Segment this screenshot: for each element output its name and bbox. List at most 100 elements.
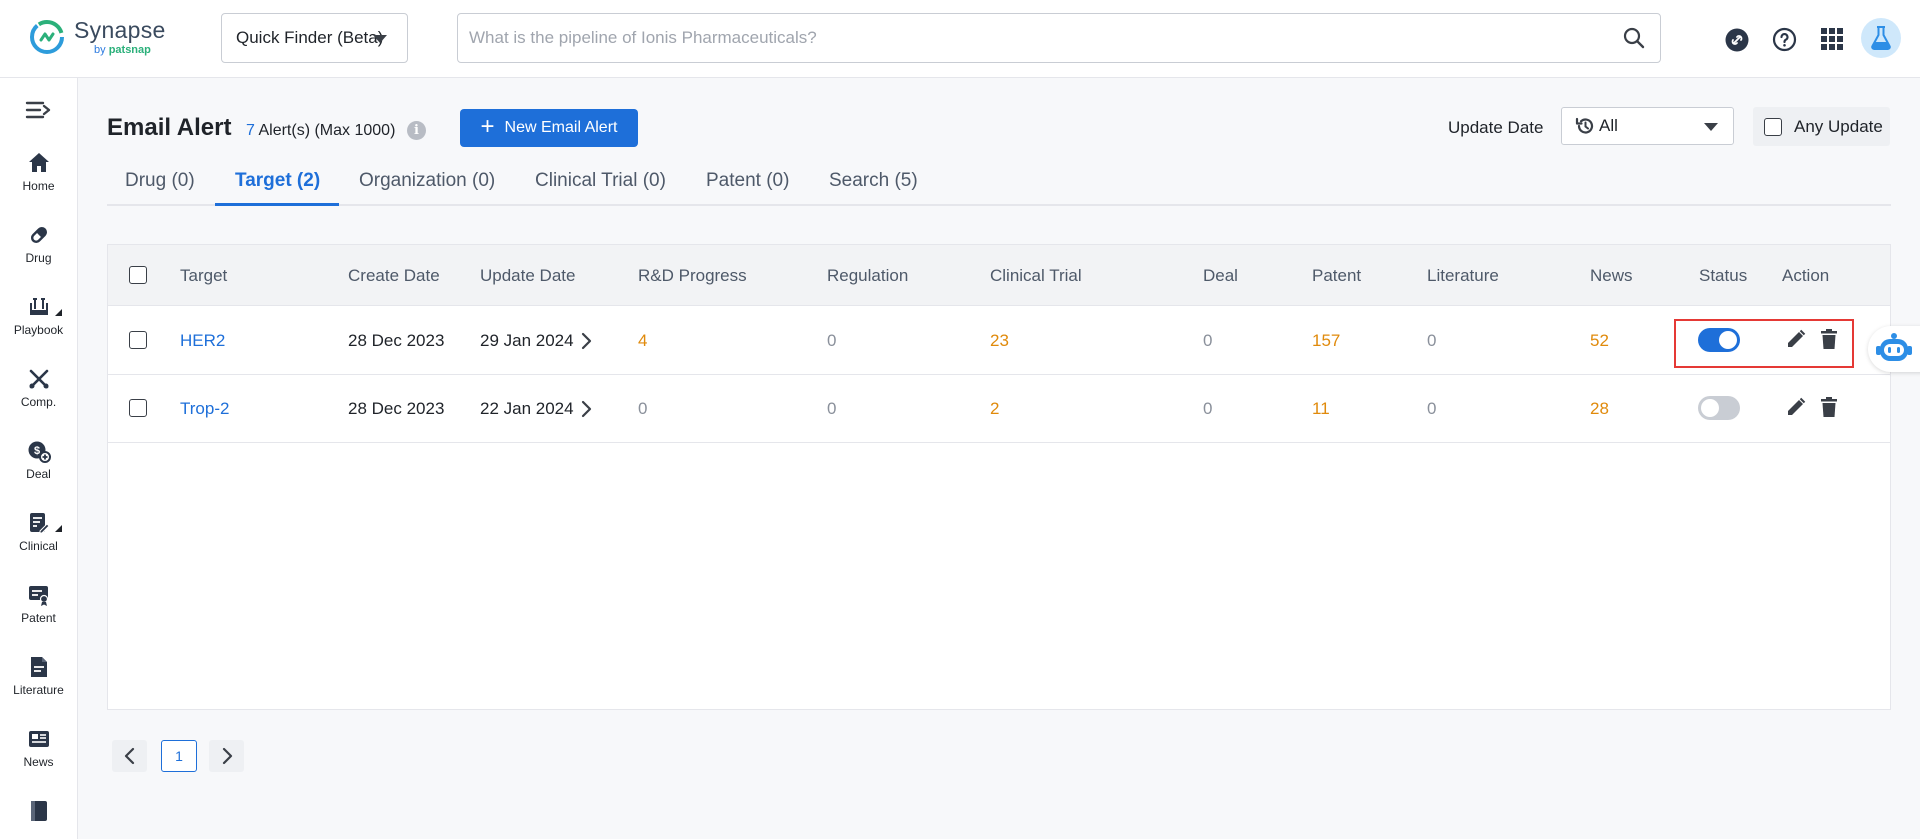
page-number-button[interactable]: 1 [161,740,197,772]
tab-search[interactable]: Search (5) [829,170,918,192]
playbook-icon [27,295,51,319]
news-count[interactable]: 52 [1590,331,1609,351]
sidebar-item-competition[interactable]: Comp. [0,367,77,409]
column-header-status: Status [1699,266,1747,286]
news-icon [27,727,51,751]
create-date: 28 Dec 2023 [348,399,444,419]
info-icon[interactable]: i [407,121,426,140]
tab-target[interactable]: Target (2) [235,170,320,192]
chevron-right-icon[interactable] [580,400,592,418]
column-header-create-date: Create Date [348,266,440,286]
deal-icon: $ [27,439,51,463]
active-tab-indicator [215,203,339,206]
new-email-alert-button[interactable]: + New Email Alert [460,109,638,147]
chevron-right-icon [221,747,233,765]
app-name: Synapse [74,19,166,42]
table-header: Target Create Date Update Date R&D Progr… [108,245,1890,306]
news-count[interactable]: 28 [1590,399,1609,419]
rd-progress-count[interactable]: 4 [638,331,647,351]
search-icon[interactable] [1622,26,1646,50]
patent-count[interactable]: 11 [1312,399,1330,419]
target-link[interactable]: Trop-2 [180,399,229,419]
page-title: Email Alert [107,114,232,142]
column-header-literature: Literature [1427,266,1499,286]
quick-finder-dropdown[interactable]: Quick Finder (Beta) [221,13,408,63]
target-link[interactable]: HER2 [180,331,225,351]
sidebar: Home Drug Playbook Comp. $ Deal Clinical… [0,78,78,839]
sidebar-item-clinical[interactable]: Clinical [0,511,77,553]
sidebar-item-literature[interactable]: Literature [0,655,77,697]
any-update-checkbox[interactable] [1764,118,1782,136]
table-row: HER2 28 Dec 2023 29 Jan 2024 4 0 23 0 15… [108,307,1890,375]
help-icon[interactable] [1772,27,1797,52]
alert-count-suffix: Alert(s) (Max 1000) [258,122,395,139]
alerts-table: Target Create Date Update Date R&D Progr… [107,244,1891,710]
expand-indicator-icon [55,525,62,532]
table-row: Trop-2 28 Dec 2023 22 Jan 2024 0 0 2 0 1… [108,375,1890,443]
literature-count: 0 [1427,331,1436,351]
highlight-box [1674,319,1854,368]
plus-icon: + [481,115,495,139]
column-header-update-date: Update Date [480,266,575,286]
patent-count[interactable]: 157 [1312,331,1340,351]
chevron-right-icon[interactable] [580,332,592,350]
new-email-alert-label: New Email Alert [505,119,618,137]
clinical-trial-count[interactable]: 23 [990,331,1009,351]
update-date-select[interactable]: All [1561,107,1734,145]
tab-clinical-trial[interactable]: Clinical Trial (0) [535,170,666,192]
tab-patent[interactable]: Patent (0) [706,170,789,192]
edit-icon[interactable] [1785,396,1807,418]
history-icon [1575,116,1595,136]
clinical-trial-count[interactable]: 2 [990,399,999,419]
user-avatar[interactable] [1861,18,1901,58]
update-date: 29 Jan 2024 [480,331,574,351]
sidebar-item-label: News [23,755,53,769]
byline-prefix: by [94,44,106,56]
ai-assistant-button[interactable] [1868,326,1920,372]
any-update-toggle[interactable]: Any Update [1753,107,1890,146]
deal-count: 0 [1203,399,1212,419]
sidebar-item-home[interactable]: Home [0,151,77,193]
sidebar-item-deal[interactable]: $ Deal [0,439,77,481]
menu-collapse-icon[interactable] [25,100,51,120]
regulation-count: 0 [827,331,836,351]
search-box [457,13,1661,63]
select-all-checkbox[interactable] [129,266,147,284]
sidebar-item-playbook[interactable]: Playbook [0,295,77,337]
regulation-count: 0 [827,399,836,419]
previous-page-button[interactable] [112,740,147,772]
column-header-target: Target [180,266,227,286]
sidebar-item-label: Patent [21,611,56,625]
sidebar-item-label: Clinical [19,539,58,553]
tab-drug[interactable]: Drug (0) [125,170,195,192]
caret-down-icon [373,35,387,43]
column-header-regulation: Regulation [827,266,908,286]
apps-grid-icon[interactable] [1821,28,1843,50]
status-toggle[interactable] [1698,396,1740,420]
search-input[interactable] [458,14,1558,62]
next-page-button[interactable] [209,740,244,772]
report-icon [27,799,51,823]
link-icon[interactable] [1725,28,1749,52]
caret-down-icon [1704,123,1718,131]
row-checkbox[interactable] [129,331,147,349]
row-checkbox[interactable] [129,399,147,417]
robot-icon [1876,332,1912,366]
sidebar-item-report[interactable] [0,799,77,827]
sidebar-item-label: Playbook [14,323,63,337]
synapse-logo-icon [28,18,66,56]
sidebar-item-label: Comp. [21,395,56,409]
sidebar-item-patent[interactable]: Patent [0,583,77,625]
column-header-action: Action [1782,266,1829,286]
deal-count: 0 [1203,331,1212,351]
column-header-clinical-trial: Clinical Trial [990,266,1082,286]
tab-organization[interactable]: Organization (0) [359,170,495,192]
column-header-deal: Deal [1203,266,1238,286]
alert-type-tabs: Drug (0) Target (2) Organization (0) Cli… [107,166,1891,206]
sidebar-item-drug[interactable]: Drug [0,223,77,265]
sidebar-item-label: Drug [25,251,51,265]
synapse-logo[interactable]: Synapse by patsnap [28,18,166,56]
sidebar-item-news[interactable]: News [0,727,77,769]
delete-icon[interactable] [1819,396,1839,418]
app-byline: by patsnap [94,45,166,56]
